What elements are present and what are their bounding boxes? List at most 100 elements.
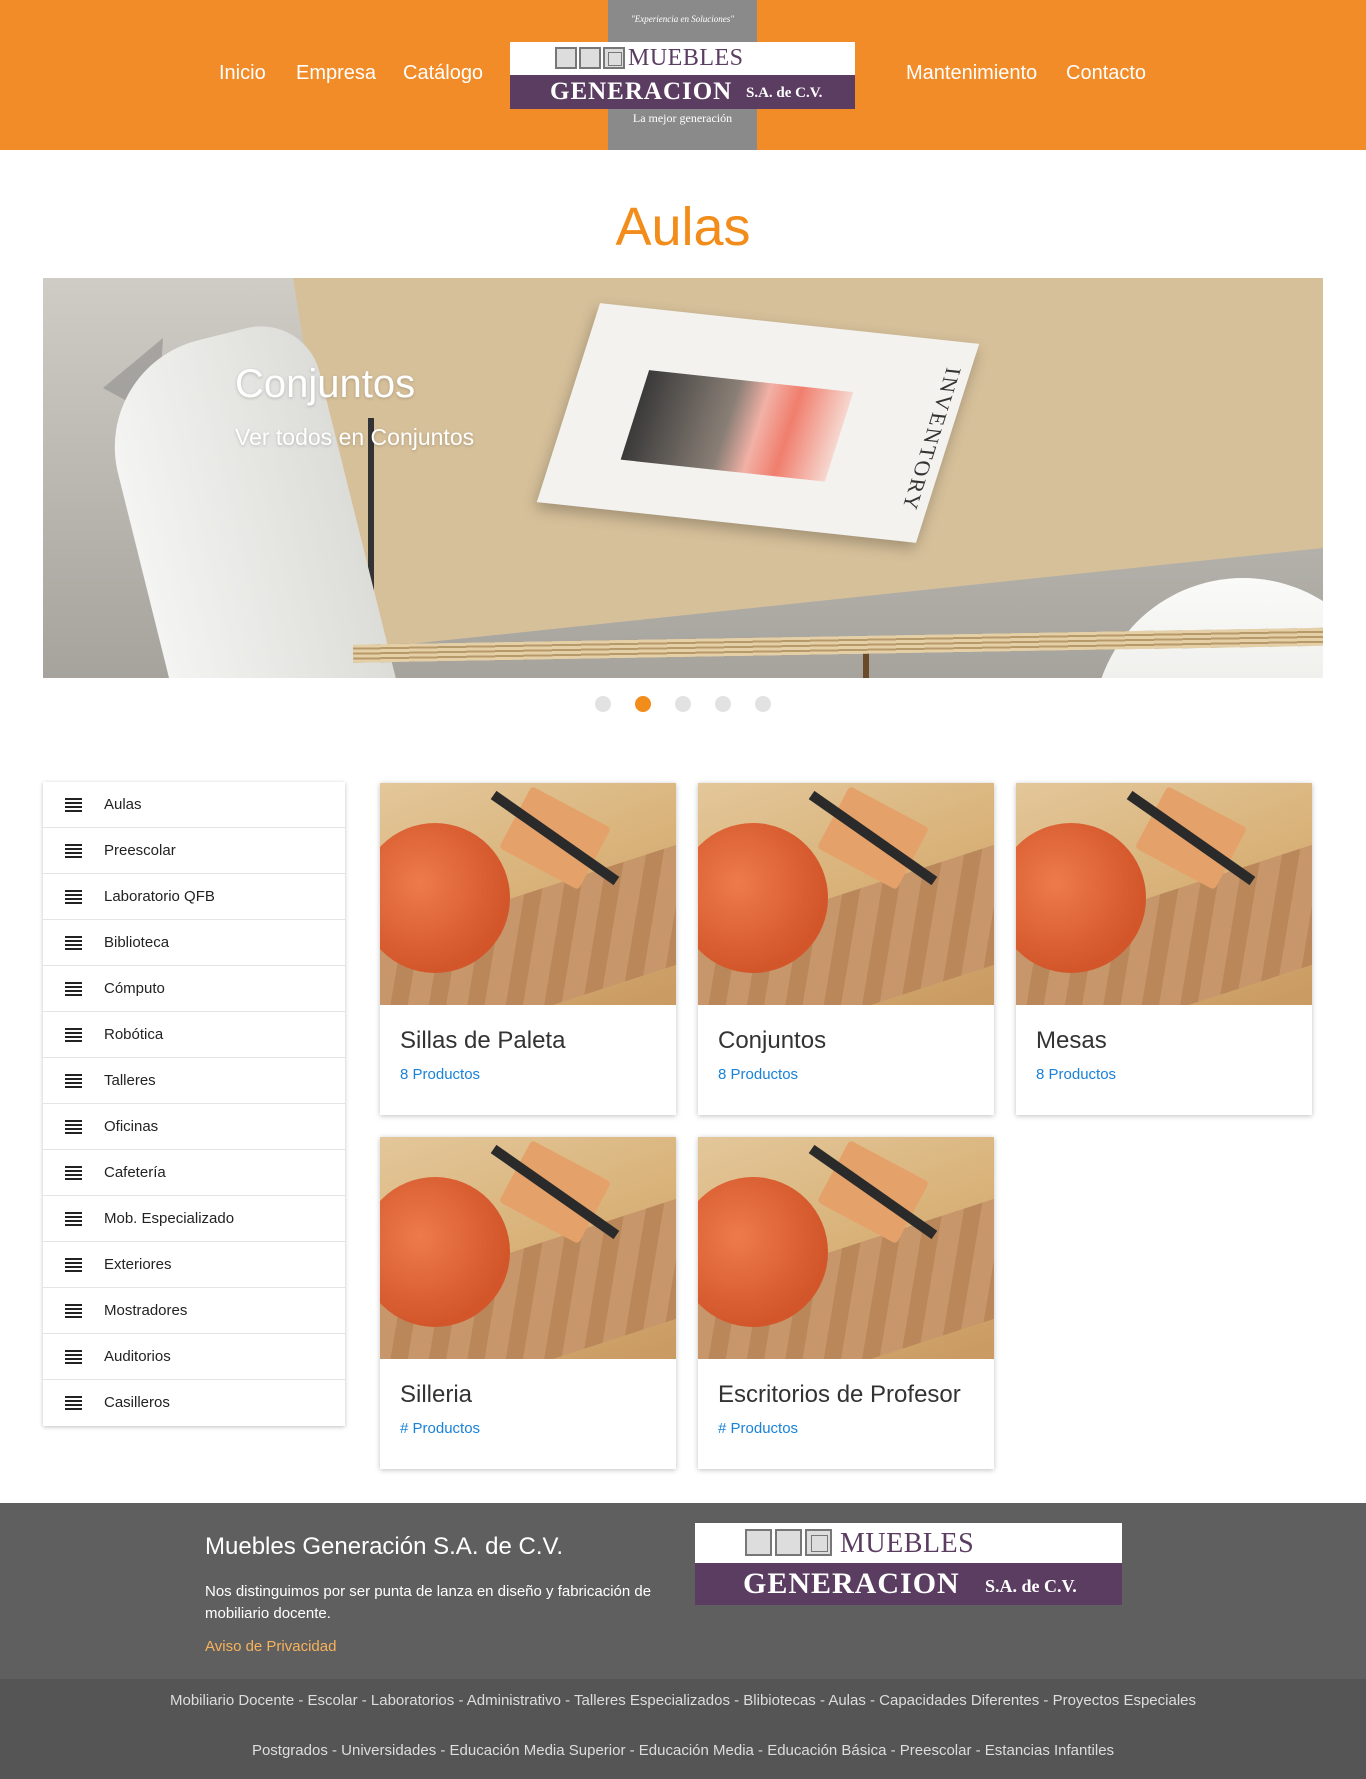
sidebar-item-mostradores[interactable]: Mostradores <box>43 1288 345 1334</box>
logo-word-generacion: GENERACION <box>743 1567 960 1600</box>
sidebar-item-label: Casilleros <box>104 1394 170 1411</box>
sidebar-item-label: Robótica <box>104 1026 164 1043</box>
site-footer: Muebles Generación S.A. de C.V. Nos dist… <box>0 1503 1366 1779</box>
sidebar-item-laboratorio-qfb[interactable]: Laboratorio QFB <box>43 874 345 920</box>
sidebar-item-label: Talleres <box>104 1072 156 1089</box>
carousel-subtitle-link[interactable]: Ver todos en Conjuntos <box>235 424 474 451</box>
list-icon <box>65 1166 82 1180</box>
list-icon <box>65 1074 82 1088</box>
sidebar-item-auditorios[interactable]: Auditorios <box>43 1334 345 1380</box>
sidebar-item-label: Exteriores <box>104 1256 172 1273</box>
footer-links-band: Mobiliario Docente - Escolar - Laborator… <box>0 1679 1366 1779</box>
card-product-count[interactable]: 8 Productos <box>400 1066 480 1083</box>
logo-suffix: S.A. de C.V. <box>985 1576 1077 1596</box>
card-product-count[interactable]: 8 Productos <box>718 1066 798 1083</box>
sidebar-item-label: Auditorios <box>104 1348 171 1365</box>
nav-contacto[interactable]: Contacto <box>1066 62 1146 85</box>
carousel-dot-3[interactable] <box>675 696 691 712</box>
sidebar-item-exteriores[interactable]: Exteriores <box>43 1242 345 1288</box>
sidebar-item-computo[interactable]: Cómputo <box>43 966 345 1012</box>
logo-word-generacion: GENERACION <box>550 78 733 105</box>
page-title: Aulas <box>615 197 751 257</box>
logo-square-icon <box>745 1529 772 1556</box>
sidebar-item-biblioteca[interactable]: Biblioteca <box>43 920 345 966</box>
sidebar-item-label: Cafetería <box>104 1164 166 1181</box>
logo-word-muebles: MUEBLES <box>840 1528 975 1559</box>
category-card-conjuntos[interactable]: Conjuntos 8 Productos <box>698 783 994 1115</box>
category-card-silleria[interactable]: Silleria # Productos <box>380 1137 676 1469</box>
card-image <box>380 783 676 1005</box>
list-icon <box>65 982 82 996</box>
card-title: Conjuntos <box>718 1027 827 1054</box>
sidebar-item-label: Biblioteca <box>104 934 170 951</box>
category-card-escritorios-de-profesor[interactable]: Escritorios de Profesor # Productos <box>698 1137 994 1469</box>
nav-catalogo[interactable]: Catálogo <box>403 62 483 85</box>
sidebar-item-label: Preescolar <box>104 842 176 859</box>
card-product-count[interactable]: 8 Productos <box>1036 1066 1116 1083</box>
site-logo[interactable]: MUEBLES GENERACION S.A. de C.V. <box>510 42 855 109</box>
footer-links-line-2[interactable]: Postgrados - Universidades - Educación M… <box>0 1742 1366 1759</box>
sidebar-item-label: Oficinas <box>104 1118 159 1135</box>
card-image <box>380 1137 676 1359</box>
carousel-indicators <box>0 696 1366 712</box>
carousel-dot-4[interactable] <box>715 696 731 712</box>
nav-empresa[interactable]: Empresa <box>296 62 376 85</box>
card-product-count[interactable]: # Productos <box>400 1420 480 1437</box>
sidebar-item-label: Laboratorio QFB <box>104 888 215 905</box>
sidebar-item-aulas[interactable]: Aulas <box>43 782 345 828</box>
carousel-dot-5[interactable] <box>755 696 771 712</box>
privacy-link[interactable]: Aviso de Privacidad <box>205 1638 336 1655</box>
site-header: Inicio Empresa Catálogo "Experiencia en … <box>0 0 1366 150</box>
card-image <box>698 1137 994 1359</box>
logo-suffix: S.A. de C.V. <box>746 85 823 101</box>
footer-logo: MUEBLES GENERACION S.A. de C.V. <box>695 1523 1122 1605</box>
card-image <box>1016 783 1312 1005</box>
sidebar-item-preescolar[interactable]: Preescolar <box>43 828 345 874</box>
card-title: Sillas de Paleta <box>400 1027 566 1054</box>
nav-mantenimiento[interactable]: Mantenimiento <box>906 62 1037 85</box>
category-card-sillas-de-paleta[interactable]: Sillas de Paleta 8 Productos <box>380 783 676 1115</box>
list-icon <box>65 1028 82 1042</box>
list-icon <box>65 936 82 950</box>
sidebar-item-talleres[interactable]: Talleres <box>43 1058 345 1104</box>
category-card-mesas[interactable]: Mesas 8 Productos <box>1016 783 1312 1115</box>
carousel-title[interactable]: Conjuntos <box>235 362 415 407</box>
sidebar-item-cafeteria[interactable]: Cafetería <box>43 1150 345 1196</box>
logo-tagline-top: "Experiencia en Soluciones" <box>630 14 735 24</box>
card-title: Escritorios de Profesor <box>718 1381 961 1408</box>
footer-company-name: Muebles Generación S.A. de C.V. <box>205 1533 563 1560</box>
card-product-count[interactable]: # Productos <box>718 1420 798 1437</box>
footer-description: Nos distinguimos por ser punta de lanza … <box>205 1583 652 1622</box>
logo-tagline-bottom: La mejor generación <box>632 111 733 125</box>
list-icon <box>65 1212 82 1226</box>
logo-square-icon <box>555 47 577 69</box>
list-icon <box>65 890 82 904</box>
sidebar-item-label: Aulas <box>104 796 142 813</box>
hero-carousel[interactable]: INVENTORY Conjuntos Ver todos en Conjunt… <box>43 278 1323 678</box>
card-title: Silleria <box>400 1381 473 1408</box>
sidebar-item-mob-especializado[interactable]: Mob. Especializado <box>43 1196 345 1242</box>
nav-inicio[interactable]: Inicio <box>219 62 266 85</box>
list-icon <box>65 1396 82 1410</box>
sidebar-item-casilleros[interactable]: Casilleros <box>43 1380 345 1426</box>
category-sidebar: Aulas Preescolar Laboratorio QFB Bibliot… <box>43 782 345 1426</box>
card-image <box>698 783 994 1005</box>
list-icon <box>65 1304 82 1318</box>
footer-links-line-1[interactable]: Mobiliario Docente - Escolar - Laborator… <box>0 1692 1366 1709</box>
sidebar-item-label: Cómputo <box>104 980 165 997</box>
logo-square-icon <box>805 1529 832 1556</box>
list-icon <box>65 1258 82 1272</box>
logo-square-icon <box>775 1529 802 1556</box>
carousel-dot-2[interactable] <box>635 696 651 712</box>
carousel-dot-1[interactable] <box>595 696 611 712</box>
card-title: Mesas <box>1036 1027 1107 1054</box>
logo-word-muebles: MUEBLES <box>628 45 744 71</box>
list-icon <box>65 1350 82 1364</box>
logo-square-icon <box>579 47 601 69</box>
sidebar-item-label: Mostradores <box>104 1302 188 1319</box>
list-icon <box>65 798 82 812</box>
sidebar-item-oficinas[interactable]: Oficinas <box>43 1104 345 1150</box>
sidebar-item-robotica[interactable]: Robótica <box>43 1012 345 1058</box>
sidebar-item-label: Mob. Especializado <box>104 1210 235 1227</box>
magazine: INVENTORY <box>536 303 980 543</box>
